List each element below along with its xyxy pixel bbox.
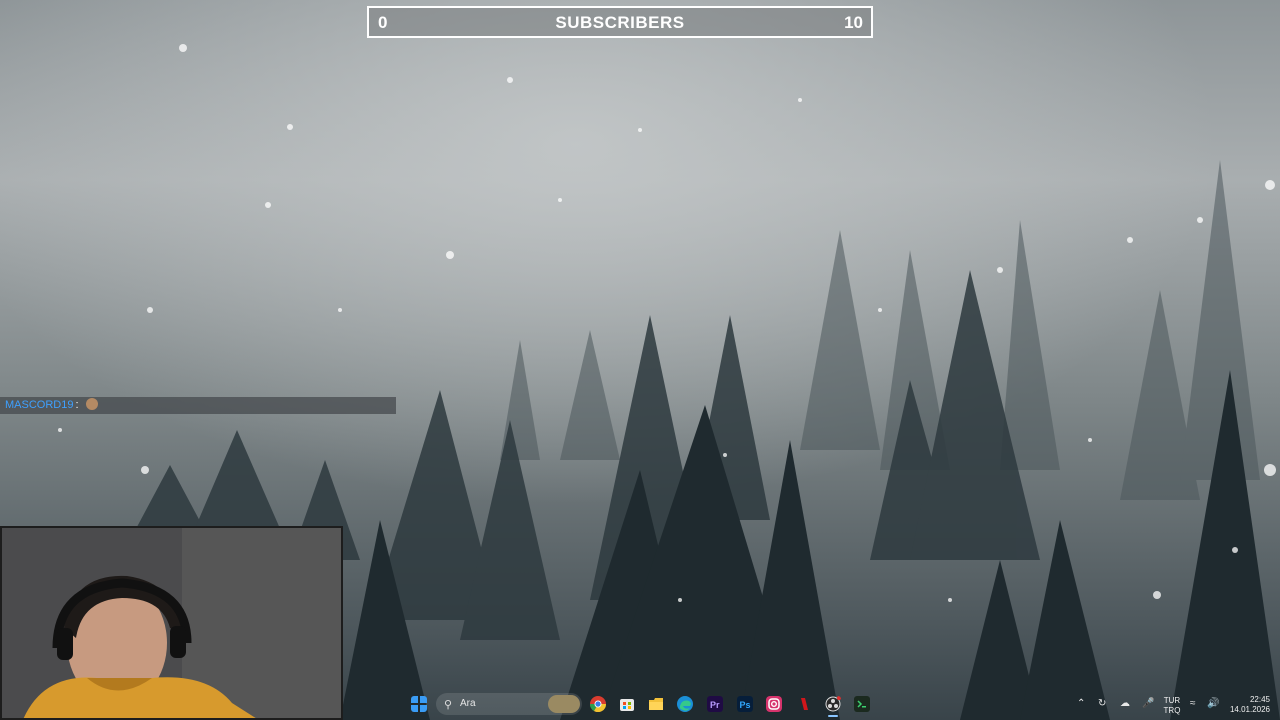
microphone-icon[interactable]: 🎤 [1142, 698, 1154, 710]
instagram-icon[interactable] [766, 696, 782, 712]
chat-message: MASCORD19: [0, 397, 396, 414]
face-emote-icon [85, 398, 98, 411]
photoshop-icon[interactable]: Ps [737, 696, 753, 712]
search-placeholder: Ara [460, 698, 476, 709]
chrome-icon[interactable] [590, 696, 606, 712]
taskbar [0, 690, 1280, 720]
volume-icon[interactable]: 🔊 [1207, 698, 1219, 710]
obs-icon[interactable] [825, 696, 841, 712]
premiere-pro-icon[interactable]: Pr [707, 696, 723, 712]
cloud-icon[interactable]: ☁ [1120, 698, 1130, 710]
svg-text:Ps: Ps [740, 700, 751, 710]
active-app-indicator [828, 715, 838, 717]
taskbar-search[interactable]: ⚲ Ara [436, 693, 582, 715]
goal-title: SUBSCRIBERS [555, 13, 685, 32]
subscriber-goal-bar: 0 SUBSCRIBERS 10 [367, 6, 873, 38]
store-icon[interactable] [619, 696, 635, 712]
chat-username: MASCORD19 [5, 399, 74, 411]
goal-target-value: 10 [844, 13, 863, 32]
language-top: TUR [1163, 696, 1181, 705]
chat-separator: : [75, 399, 79, 411]
sync-icon[interactable]: ↻ [1098, 698, 1106, 710]
search-highlight-icon [548, 695, 580, 713]
language-bottom: TRQ [1163, 706, 1181, 715]
clock-date: 14.01.2026 [1229, 705, 1270, 714]
clock[interactable]: 22:45 14.01.2026 [1226, 695, 1270, 715]
clock-time: 22:45 [1249, 695, 1270, 704]
start-icon[interactable] [411, 696, 427, 712]
app-red-icon[interactable] [796, 696, 812, 712]
svg-text:Pr: Pr [710, 700, 720, 710]
chevron-up-icon[interactable]: ⌃ [1077, 698, 1085, 710]
terminal-icon[interactable] [854, 696, 870, 712]
language-indicator[interactable]: TUR TRQ [1160, 696, 1184, 716]
edge-icon[interactable] [677, 696, 693, 712]
file-explorer-icon[interactable] [648, 696, 664, 712]
wifi-icon[interactable]: ≈ [1190, 698, 1196, 710]
search-icon: ⚲ [444, 699, 453, 711]
